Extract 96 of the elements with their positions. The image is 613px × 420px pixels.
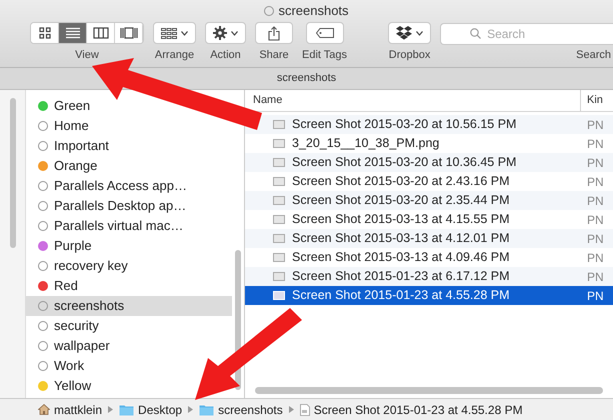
sidebar-item[interactable]: Home bbox=[26, 116, 93, 136]
file-row[interactable]: Screen Shot 2015-03-13 at 4.12.01 PM PN bbox=[245, 229, 613, 248]
file-name: Screen Shot 2015-01-23 at 4.55.28 PM bbox=[292, 287, 510, 304]
file-kind: PN bbox=[586, 288, 605, 304]
toolbar-label: Action bbox=[210, 48, 241, 63]
sidebar-item[interactable]: Orange bbox=[26, 156, 102, 176]
toolbar-label: Edit Tags bbox=[302, 48, 348, 63]
file-name: Screen Shot 2015-03-20 at 10.56.15 PM bbox=[292, 116, 516, 134]
sidebar-item[interactable]: Work bbox=[26, 356, 88, 376]
folder-icon bbox=[199, 404, 214, 416]
share-icon bbox=[268, 26, 280, 40]
scrollbar-thumb[interactable] bbox=[10, 98, 16, 248]
window-title: screenshots bbox=[278, 2, 349, 20]
caret-icon bbox=[181, 30, 188, 36]
file-row[interactable]: Screen Shot 2015-03-20 at 10.36.45 PM PN bbox=[245, 153, 613, 172]
document-icon bbox=[264, 6, 274, 16]
image-thumbnail-icon bbox=[273, 177, 285, 186]
file-row[interactable]: Screen Shot 2015-03-20 at 10.56.15 PM PN bbox=[245, 115, 613, 134]
toolbar-label: View bbox=[75, 48, 99, 63]
sidebar-item[interactable]: Yellow bbox=[26, 376, 96, 396]
column-header[interactable]: Kin bbox=[581, 90, 613, 111]
file-kind: PN bbox=[586, 212, 605, 228]
sidebar-item[interactable]: Parallels Access app… bbox=[26, 176, 191, 196]
file-kind: PN bbox=[586, 192, 605, 210]
sidebar-item[interactable]: Parallels Desktop ap… bbox=[26, 196, 190, 216]
path-item[interactable]: Screen Shot 2015-01-23 at 4.55.28 PM bbox=[314, 400, 523, 418]
view-mode-button[interactable] bbox=[59, 23, 87, 43]
file-kind: PN bbox=[586, 136, 605, 152]
file-kind: PN bbox=[586, 250, 605, 266]
toolbar-label: Search bbox=[576, 48, 612, 63]
image-thumbnail-icon bbox=[273, 215, 285, 224]
gear-icon bbox=[213, 26, 227, 40]
image-thumbnail-icon bbox=[273, 158, 285, 167]
image-thumbnail-icon bbox=[273, 120, 285, 129]
file-icon bbox=[300, 404, 310, 416]
toolbar-label: Dropbox bbox=[388, 48, 430, 63]
image-thumbnail-icon bbox=[273, 196, 285, 205]
file-name: Screen Shot 2015-03-20 at 10.36.45 PM bbox=[292, 154, 516, 172]
list-icon bbox=[64, 27, 80, 39]
file-name: Screen Shot 2015-03-13 at 4.09.46 PM bbox=[292, 249, 510, 266]
toolbar-button[interactable] bbox=[255, 22, 293, 44]
path-item[interactable]: screenshots bbox=[218, 400, 283, 418]
sidebar-item[interactable]: wallpaper bbox=[26, 336, 114, 356]
file-kind: PN bbox=[586, 116, 605, 134]
file-name: Screen Shot 2015-03-13 at 4.12.01 PM bbox=[292, 230, 510, 248]
toolbar-label: Share bbox=[259, 48, 289, 63]
sidebar-item[interactable]: recovery key bbox=[26, 256, 132, 276]
file-row[interactable]: Screen Shot 2015-01-23 at 6.17.12 PM PN bbox=[245, 267, 613, 286]
path-item[interactable]: Desktop bbox=[138, 400, 182, 418]
file-name: Screen Shot 2015-03-13 at 4.15.55 PM bbox=[292, 211, 510, 228]
file-kind: PN bbox=[586, 230, 605, 248]
dropbox-icon bbox=[396, 26, 412, 40]
folder-icon bbox=[119, 404, 134, 416]
caret-icon bbox=[231, 30, 238, 36]
toolbar-label: Arrange bbox=[154, 48, 194, 63]
file-row[interactable]: Screen Shot 2015-01-23 at 4.55.28 PM PN bbox=[245, 286, 613, 305]
sidebar-item[interactable]: security bbox=[26, 316, 103, 336]
chevron-icon bbox=[108, 406, 114, 413]
path-item[interactable]: mattklein bbox=[54, 400, 102, 418]
image-thumbnail-icon bbox=[273, 234, 285, 243]
toolbar-button[interactable] bbox=[306, 22, 344, 44]
toolbar-button[interactable] bbox=[388, 22, 432, 44]
chevron-icon bbox=[188, 406, 194, 413]
file-kind: PN bbox=[586, 268, 605, 286]
grid-icon bbox=[38, 27, 50, 39]
file-name: Screen Shot 2015-03-20 at 2.43.16 PM bbox=[292, 173, 510, 190]
image-thumbnail-icon bbox=[273, 272, 285, 281]
image-thumbnail-icon bbox=[273, 291, 285, 300]
image-thumbnail-icon bbox=[273, 253, 285, 262]
house-icon bbox=[38, 404, 50, 415]
view-mode-button[interactable] bbox=[31, 23, 59, 43]
file-name: Screen Shot 2015-03-20 at 2.35.44 PM bbox=[292, 192, 510, 210]
columns-icon bbox=[92, 27, 108, 39]
sidebar-item[interactable]: Important bbox=[26, 136, 113, 156]
toolbar-button[interactable] bbox=[153, 22, 196, 44]
sidebar-item[interactable]: Purple bbox=[26, 236, 96, 256]
grid-icon bbox=[161, 28, 177, 38]
sidebar-item[interactable]: Green bbox=[26, 96, 94, 116]
sidebar-item[interactable]: screenshots bbox=[26, 296, 232, 316]
path-header-title: screenshots bbox=[276, 71, 336, 86]
file-name: Screen Shot 2015-01-23 at 6.17.12 PM bbox=[292, 268, 510, 286]
file-row[interactable]: Screen Shot 2015-03-20 at 2.35.44 PM PN bbox=[245, 191, 613, 210]
file-name: 3_20_15__10_38_PM.png bbox=[292, 135, 440, 152]
file-kind: PN bbox=[586, 174, 605, 190]
scrollbar-thumb[interactable] bbox=[255, 386, 603, 394]
sidebar-item[interactable]: Parallels virtual mac… bbox=[26, 216, 188, 236]
tag-icon bbox=[316, 28, 334, 38]
file-kind: PN bbox=[586, 154, 605, 172]
cover-flow-icon bbox=[120, 27, 138, 39]
search-field[interactable]: Search bbox=[440, 23, 613, 45]
toolbar-button[interactable] bbox=[205, 22, 246, 44]
sidebar-item[interactable]: Red bbox=[26, 276, 82, 296]
chevron-icon bbox=[288, 406, 294, 413]
search-icon bbox=[470, 28, 482, 39]
caret-icon bbox=[416, 30, 424, 36]
image-thumbnail-icon bbox=[273, 139, 285, 148]
